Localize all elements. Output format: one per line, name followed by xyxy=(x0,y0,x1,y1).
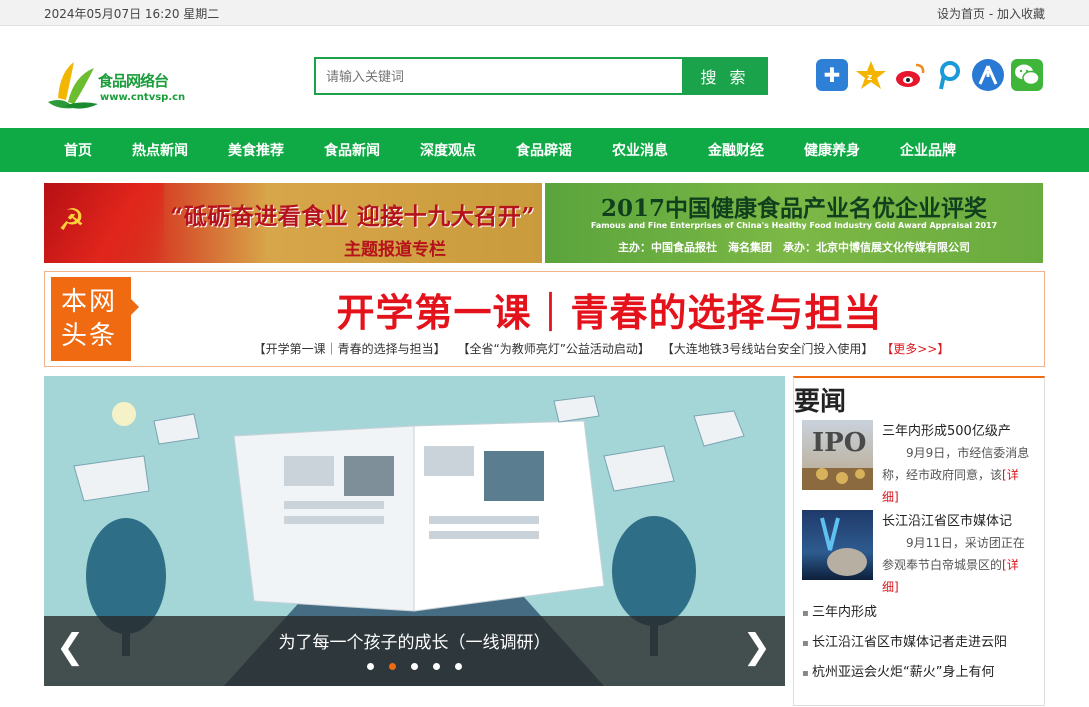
logo-text: 食品网络台 xyxy=(98,72,169,90)
svg-text:z: z xyxy=(867,73,872,83)
nav-item-food-news[interactable]: 食品新闻 xyxy=(304,140,400,160)
current-datetime: 2024年05月07日 16:20 星期二 xyxy=(44,6,220,21)
share-icons: ✚ z xyxy=(816,59,1043,91)
list-item[interactable]: 三年内形成 xyxy=(802,598,1044,628)
nav-item-agriculture[interactable]: 农业消息 xyxy=(592,140,688,160)
banner-award-english: Famous and Fine Enterprises of China's H… xyxy=(590,221,998,230)
news-item: 长江沿江省区市媒体记 9月11日，采访团正在参观奉节白帝城景区的[详细] xyxy=(802,510,1044,598)
main-content: ❮ 为了每一个孩子的成长（一线调研） ❯ 要闻 IPO 三年内形成500亿级产 … xyxy=(44,376,1045,706)
headline-badge-line2: 头条 xyxy=(61,321,118,351)
slide-dot[interactable] xyxy=(366,663,374,670)
set-homepage-link[interactable]: 设为首页 xyxy=(937,7,985,21)
hammer-sickle-icon: ☭ xyxy=(58,203,85,238)
slide-caption-bar: ❮ 为了每一个孩子的成长（一线调研） ❯ xyxy=(44,616,785,686)
news-thumbnail[interactable] xyxy=(802,510,873,580)
nav-item-food-recommend[interactable]: 美食推荐 xyxy=(208,140,304,160)
banner-award-hosts: 主办：中国食品报社 海名集团 承办：北京中博信展文化传媒有限公司 xyxy=(618,241,970,254)
tencent-weibo-icon[interactable] xyxy=(933,59,965,91)
news-thumbnail-label: IPO xyxy=(812,428,867,458)
search-bar: 搜 索 xyxy=(314,57,768,95)
top-bar: 2024年05月07日 16:20 星期二 设为首页 - 加入收藏 xyxy=(0,0,1089,26)
top-links: 设为首页 - 加入收藏 xyxy=(937,5,1045,22)
headline-more-link[interactable]: 【更多>>】 xyxy=(881,342,949,356)
banner-award-title: 2017中国健康食品产业名优企业评奖 xyxy=(600,195,987,222)
news-list: 三年内形成 长江沿江省区市媒体记者走进云阳 杭州亚运会火炬“薪火”身上有何 xyxy=(802,598,1044,688)
slide-dot[interactable] xyxy=(433,663,441,670)
ad-banners: ☭ “砥砺奋进看食业 迎接十九大召开” 主题报道专栏 2017中国健康食品产业名… xyxy=(44,183,1045,263)
nav-item-rumor[interactable]: 食品辟谣 xyxy=(496,140,592,160)
headline-link[interactable]: 【开学第一课｜青春的选择与担当】 xyxy=(254,342,446,356)
banner-congress[interactable]: ☭ “砥砺奋进看食业 迎接十九大召开” 主题报道专栏 xyxy=(44,183,542,263)
nav-item-brands[interactable]: 企业品牌 xyxy=(880,140,976,160)
search-button[interactable]: 搜 索 xyxy=(682,57,768,95)
headline-link[interactable]: 【全省“为教师亮灯”公益活动启动】 xyxy=(457,342,649,356)
headline-badge: 本网 头条 xyxy=(51,277,139,361)
nav-item-finance[interactable]: 金融财经 xyxy=(688,140,784,160)
list-item[interactable]: 杭州亚运会火炬“薪火”身上有何 xyxy=(802,658,1044,688)
slide-dots xyxy=(44,655,785,674)
news-body: 三年内形成500亿级产 9月9日，市经信委消息称，经市政府同意，该[详细] xyxy=(882,420,1032,508)
slide-dot-active[interactable] xyxy=(388,663,396,670)
weibo-icon[interactable] xyxy=(894,59,926,91)
headline-link[interactable]: 【大连地铁3号线站台安全门投入使用】 xyxy=(662,342,874,356)
headline-links: 【开学第一课｜青春的选择与担当】 【全省“为教师亮灯”公益活动启动】 【大连地铁… xyxy=(165,340,1034,357)
slide-caption[interactable]: 为了每一个孩子的成长（一线调研） xyxy=(44,628,785,653)
qzone-icon[interactable]: z xyxy=(855,59,887,91)
leaf-logo-icon xyxy=(48,62,98,109)
logo-url: www.cntvsp.cn xyxy=(100,92,186,103)
slide-dot[interactable] xyxy=(455,663,463,670)
image-slider[interactable]: ❮ 为了每一个孩子的成长（一线调研） ❯ xyxy=(44,376,785,686)
wechat-icon[interactable] xyxy=(1011,59,1043,91)
renren-icon[interactable] xyxy=(972,59,1004,91)
plus-icon[interactable]: ✚ xyxy=(816,59,848,91)
top-news-panel: 要闻 IPO 三年内形成500亿级产 9月9日，市经信委消息称，经市政府同意，该… xyxy=(793,376,1045,706)
nav-item-hot-news[interactable]: 热点新闻 xyxy=(112,140,208,160)
headline-box: 本网 头条 开学第一课｜青春的选择与担当 【开学第一课｜青春的选择与担当】 【全… xyxy=(44,271,1045,367)
headline-badge-line1: 本网 xyxy=(61,287,118,317)
site-logo[interactable]: 食品网络台 www.cntvsp.cn xyxy=(44,58,186,114)
banner-congress-title: “砥砺奋进看食业 迎接十九大召开” xyxy=(170,203,535,230)
top-links-separator: - xyxy=(985,6,997,21)
main-nav: 首页 热点新闻 美食推荐 食品新闻 深度观点 食品辟谣 农业消息 金融财经 健康… xyxy=(0,128,1089,172)
news-desc: 9月9日，市经信委消息称，经市政府同意，该[详细] xyxy=(882,442,1032,508)
add-bookmark-link[interactable]: 加入收藏 xyxy=(997,7,1045,21)
nav-item-health[interactable]: 健康养身 xyxy=(784,140,880,160)
top-news-title: 要闻 xyxy=(794,387,847,417)
slide-dot[interactable] xyxy=(411,663,418,670)
banner-award[interactable]: 2017中国健康食品产业名优企业评奖 Famous and Fine Enter… xyxy=(545,183,1043,263)
banner-congress-subtitle: 主题报道专栏 xyxy=(344,240,446,260)
site-header: 食品网络台 www.cntvsp.cn 搜 索 ✚ z xyxy=(44,26,1045,128)
nav-item-home[interactable]: 首页 xyxy=(44,140,112,160)
search-input[interactable] xyxy=(314,57,682,95)
news-body: 长江沿江省区市媒体记 9月11日，采访团正在参观奉节白帝城景区的[详细] xyxy=(882,510,1032,598)
news-item: IPO 三年内形成500亿级产 9月9日，市经信委消息称，经市政府同意，该[详细… xyxy=(802,420,1044,508)
headline-title[interactable]: 开学第一课｜青春的选择与担当 xyxy=(195,282,1024,337)
news-thumbnail[interactable]: IPO xyxy=(802,420,873,490)
news-title[interactable]: 三年内形成500亿级产 xyxy=(882,420,1032,439)
list-item[interactable]: 长江沿江省区市媒体记者走进云阳 xyxy=(802,628,1044,658)
news-title[interactable]: 长江沿江省区市媒体记 xyxy=(882,510,1032,529)
news-desc: 9月11日，采访团正在参观奉节白帝城景区的[详细] xyxy=(882,532,1032,598)
nav-item-in-depth[interactable]: 深度观点 xyxy=(400,140,496,160)
